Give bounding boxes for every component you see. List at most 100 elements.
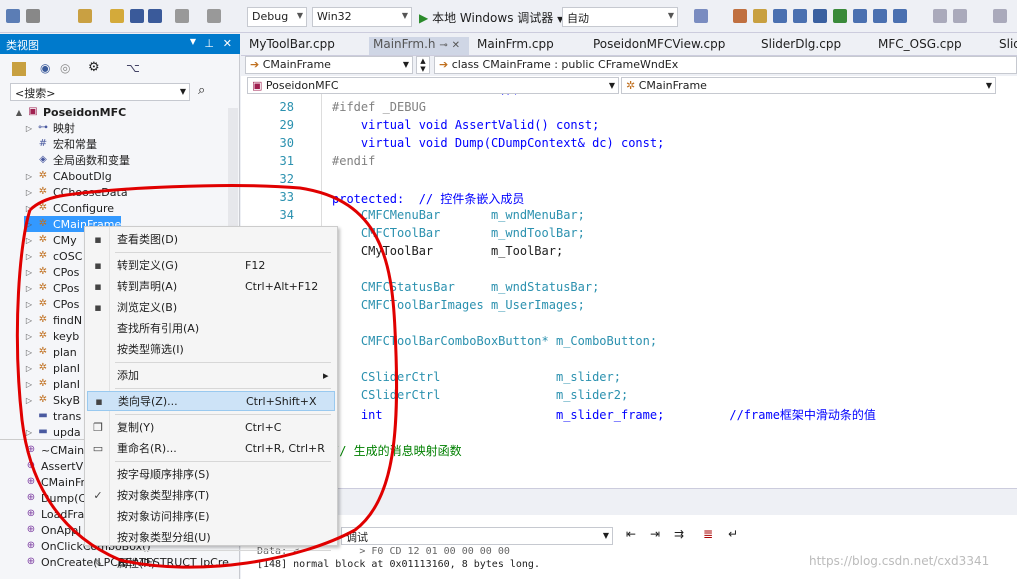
member-item[interactable]: ⊕ AssertV — [24, 458, 83, 474]
decl-select[interactable]: ➔ class CMainFrame : public CFrameWndEx — [434, 56, 1017, 74]
tab-sliderdlg-cpp[interactable]: SliderDlg.cpp — [757, 37, 845, 55]
member-item[interactable]: ⊕ Dump(C — [24, 490, 86, 506]
next-icon[interactable]: ⇉ — [674, 527, 684, 541]
expand-arrow-icon[interactable]: ▷ — [24, 252, 34, 261]
pin-icon[interactable]: ⊥ — [204, 37, 214, 50]
search-input[interactable]: <搜索> ▼ — [10, 83, 190, 101]
menu-item[interactable]: ▪ 转到声明(A) Ctrl+Alt+F12 — [87, 276, 335, 296]
project-select[interactable]: ▣ PoseidonMFC ▼ — [247, 77, 619, 94]
tree-item[interactable]: ◈ 全局函数和变量 — [24, 152, 130, 168]
tree-item[interactable]: ▷ ▬ upda — [24, 424, 81, 440]
prev-icon[interactable]: ⇥ — [650, 527, 660, 541]
tool-icon[interactable] — [753, 9, 767, 23]
expand-arrow-icon[interactable]: ▷ — [24, 364, 34, 373]
menu-item[interactable]: 按对象访问排序(E) — [87, 506, 335, 526]
output-source-select[interactable]: 调试 ▼ — [341, 527, 613, 545]
expand-arrow-icon[interactable]: ▲ — [14, 108, 24, 117]
member-item[interactable]: ⊕ OnAppl — [24, 522, 81, 538]
tree-item[interactable]: ▷ ✲ findN — [24, 312, 82, 328]
tool-icon[interactable] — [733, 9, 747, 23]
pin-icon[interactable]: ⊸ — [439, 40, 447, 51]
expand-arrow-icon[interactable]: ▷ — [24, 300, 34, 309]
tree-item[interactable]: ▷ ⊶ 映射 — [24, 120, 75, 136]
menu-item[interactable]: 按字母顺序排序(S) — [87, 464, 335, 484]
new-project-icon[interactable] — [78, 9, 92, 23]
tree-item[interactable]: ▷ ✲ CPos — [24, 280, 79, 296]
expand-arrow-icon[interactable]: ▷ — [24, 380, 34, 389]
tab-mfc-osg-cpp[interactable]: MFC_OSG.cpp — [874, 37, 966, 55]
menu-item[interactable]: 添加 ▸ — [87, 365, 335, 385]
member-item[interactable]: ⊕ LoadFra — [24, 506, 84, 522]
expand-arrow-icon[interactable]: ▷ — [24, 316, 34, 325]
expand-arrow-icon[interactable]: ▷ — [24, 268, 34, 277]
tab-poseidonmfcview-cpp[interactable]: PoseidonMFCView.cpp — [589, 37, 729, 55]
redo-icon[interactable] — [207, 9, 221, 23]
scope-select[interactable]: ➔ CMainFrame ▼ — [245, 56, 413, 74]
tool-icon[interactable] — [793, 9, 807, 23]
expand-arrow-icon[interactable]: ▷ — [24, 220, 34, 229]
platform-select[interactable]: Win32 ▼ — [312, 7, 412, 27]
nav-spinner[interactable]: ▲ ▼ — [416, 56, 430, 74]
tool-icon[interactable] — [933, 9, 947, 23]
expand-arrow-icon[interactable]: ▷ — [24, 204, 34, 213]
menu-item[interactable]: 查找所有引用(A) — [87, 318, 335, 338]
expand-arrow-icon[interactable]: ▷ — [24, 284, 34, 293]
tree-item[interactable]: ▷ ✲ CConfigure — [24, 200, 114, 216]
tree-item[interactable]: ▷ ✲ CAboutDlg — [24, 168, 112, 184]
tool-icon[interactable] — [893, 9, 907, 23]
back-icon[interactable] — [6, 9, 20, 23]
config-select[interactable]: Debug ▼ — [247, 7, 307, 27]
tree-item[interactable]: ▷ ✲ CPos — [24, 264, 79, 280]
tab-mainfrm-h[interactable]: MainFrm.h ⊸ ✕ — [369, 37, 469, 55]
clear-icon[interactable]: ≣ — [703, 527, 713, 541]
new-folder-icon[interactable]: ⌥ — [126, 61, 140, 75]
tool-icon[interactable] — [853, 9, 867, 23]
code-editor[interactable]: 27 virtual ~CMainFrame();28#ifdef _DEBUG… — [241, 76, 1017, 488]
expand-arrow-icon[interactable]: ▷ — [24, 124, 34, 133]
tree-item[interactable]: ▲ ▣ PoseidonMFC — [14, 104, 126, 120]
tree-item[interactable]: ▷ ✲ planI — [24, 376, 80, 392]
menu-item[interactable]: ▪ 类向导(Z)... Ctrl+Shift+X — [87, 391, 335, 411]
expand-arrow-icon[interactable]: ▷ — [24, 348, 34, 357]
tab-slid[interactable]: Slid — [995, 37, 1017, 55]
tab-mainfrm-cpp[interactable]: MainFrm.cpp — [473, 37, 558, 55]
tree-item[interactable]: ▷ ✲ CMy — [24, 232, 77, 248]
expand-arrow-icon[interactable]: ▷ — [24, 332, 34, 341]
menu-item[interactable]: 按类型筛选(I) — [87, 339, 335, 359]
menu-item[interactable]: ▪ 转到定义(G) F12 — [87, 255, 335, 275]
menu-item[interactable]: ✓ 按对象类型排序(T) — [87, 485, 335, 505]
tool-icon[interactable] — [993, 9, 1007, 23]
chevron-down-icon[interactable]: ▼ — [190, 37, 196, 46]
menu-item[interactable]: 按对象类型分组(U) — [87, 527, 335, 547]
save-all-icon[interactable] — [148, 9, 162, 23]
expand-arrow-icon[interactable]: ▷ — [24, 396, 34, 405]
tree-item[interactable]: ▷ ✲ CPos — [24, 296, 79, 312]
tool-icon[interactable] — [773, 9, 787, 23]
tool-icon[interactable] — [813, 9, 827, 23]
tree-item[interactable]: ▷ ✲ SkyB — [24, 392, 80, 408]
forward-icon[interactable]: ◎ — [60, 61, 70, 75]
search-icon[interactable]: ⌕ — [198, 83, 205, 98]
menu-item[interactable]: ❐ 复制(Y) Ctrl+C — [87, 417, 335, 437]
menu-item[interactable]: ▭ 重命名(R)... Ctrl+R, Ctrl+R — [87, 438, 335, 458]
tool-icon[interactable] — [873, 9, 887, 23]
tree-item[interactable]: ▬ trans — [24, 408, 81, 424]
run-button[interactable]: ▶ 本地 Windows 调试器 ▼ — [419, 9, 563, 26]
tree-item[interactable]: ▷ ✲ plan — [24, 344, 77, 360]
member-item[interactable]: ⊕ ~CMain — [24, 442, 84, 458]
run-mode-select[interactable]: 自动 ▼ — [562, 7, 678, 27]
menu-item[interactable]: ▪ 浏览定义(B) — [87, 297, 335, 317]
menu-item[interactable]: ✎ 属性(R) — [87, 553, 335, 573]
gear-icon[interactable]: ⚙ — [88, 60, 100, 75]
tree-item[interactable]: ▷ ✲ cOSC — [24, 248, 82, 264]
member-select[interactable]: ✲ CMainFrame ▼ — [621, 77, 996, 94]
tool-icon[interactable] — [953, 9, 967, 23]
forward-icon[interactable] — [26, 9, 40, 23]
close-icon[interactable]: ✕ — [223, 37, 232, 50]
tree-item[interactable]: ▷ ✲ CChooseData — [24, 184, 128, 200]
tree-item[interactable]: ▷ ✲ planI — [24, 360, 80, 376]
tree-item[interactable]: ▷ ✲ keyb — [24, 328, 79, 344]
tool-icon[interactable] — [833, 9, 847, 23]
tab-mytoolbar-cpp[interactable]: MyToolBar.cpp — [245, 37, 339, 55]
open-icon[interactable] — [110, 9, 124, 23]
